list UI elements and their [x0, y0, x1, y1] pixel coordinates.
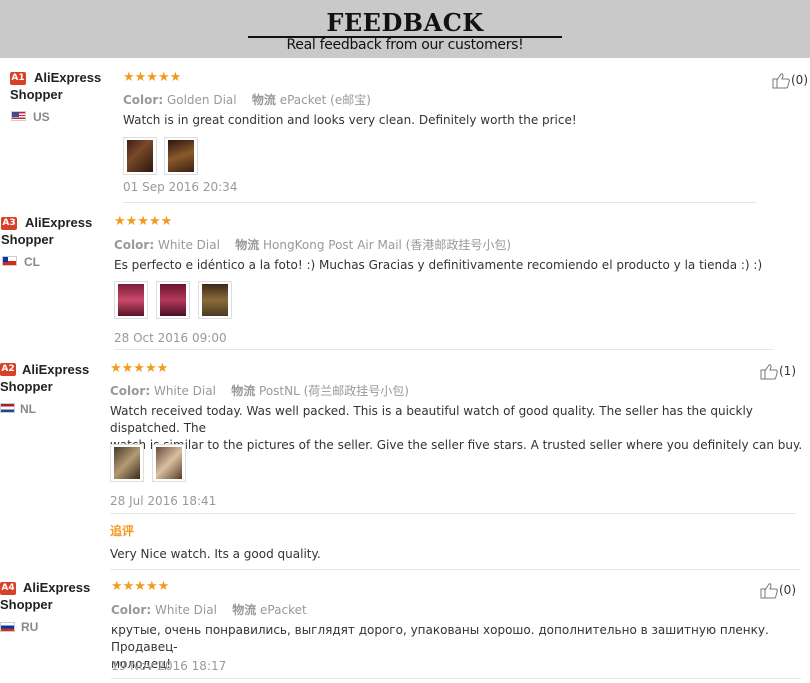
- color-value: White Dial: [154, 603, 217, 617]
- flag-cl-icon: [2, 256, 17, 266]
- watch-photo-thumbnail: [114, 447, 140, 479]
- review-photo[interactable]: [152, 444, 186, 482]
- followup-divider: [110, 513, 796, 514]
- review-photo[interactable]: [198, 281, 232, 319]
- color-label: Color:: [114, 238, 155, 252]
- shipping-value: ePacket (e邮宝): [279, 93, 371, 107]
- shipping-label: 物流: [235, 238, 260, 252]
- review-photo[interactable]: [110, 444, 144, 482]
- watch-photo-thumbnail: [202, 284, 228, 316]
- thumbs-up-icon: [760, 583, 778, 599]
- user-level-badge: A3: [1, 217, 17, 230]
- color-label: Color:: [123, 93, 164, 107]
- review-text: Watch received today. Was well packed. T…: [110, 403, 808, 454]
- user-name-line2[interactable]: Shopper: [0, 597, 53, 613]
- rating-stars: ★★★★★: [110, 361, 169, 376]
- user-name[interactable]: AliExpress: [25, 215, 92, 231]
- order-info: Color: White Dial 物流 ePacket: [111, 601, 307, 618]
- like-button[interactable]: (0): [772, 72, 808, 89]
- country-code: RU: [21, 620, 39, 634]
- watch-photo-thumbnail: [156, 447, 182, 479]
- shipping-value: ePacket: [260, 603, 307, 617]
- review-date: 19 Nov 2016 18:17: [111, 659, 227, 673]
- review-date: 28 Jul 2016 18:41: [110, 494, 217, 508]
- country-code: CL: [24, 255, 40, 269]
- watch-photo-thumbnail: [160, 284, 186, 316]
- shipping-label: 物流: [251, 93, 276, 107]
- review-text-line: крутые, очень понравились, выглядят доро…: [111, 623, 769, 654]
- review-photo[interactable]: [164, 137, 198, 175]
- review-date: 01 Sep 2016 20:34: [123, 180, 238, 194]
- color-value: White Dial: [153, 384, 216, 398]
- review-text-line: Watch received today. Was well packed. T…: [110, 404, 753, 435]
- order-info: Color: White Dial 物流 HongKong Post Air M…: [114, 236, 511, 253]
- shipping-value: PostNL (荷兰邮政挂号小包): [259, 384, 409, 398]
- review-photo[interactable]: [114, 281, 148, 319]
- color-value: Golden Dial: [166, 93, 237, 107]
- like-count: (0): [779, 583, 796, 597]
- watch-photo-thumbnail: [127, 140, 153, 172]
- feedback-header: FEEDBACK Real feedback from our customer…: [0, 0, 810, 58]
- color-label: Color:: [110, 384, 151, 398]
- user-name[interactable]: AliExpress: [23, 580, 90, 596]
- rating-stars: ★★★★★: [114, 214, 173, 229]
- thumbs-up-icon: [772, 73, 790, 89]
- flag-nl-icon: [0, 403, 15, 413]
- country-code: NL: [20, 402, 36, 416]
- watch-photo-thumbnail: [118, 284, 144, 316]
- followup-text: Very Nice watch. Its a good quality.: [110, 547, 321, 561]
- review-text: Es perfecto e idéntico a la foto! :) Muc…: [114, 258, 763, 272]
- user-name-line2[interactable]: Shopper: [10, 87, 63, 103]
- review-divider: [110, 569, 800, 570]
- review-divider: [114, 349, 774, 350]
- user-name[interactable]: AliExpress: [34, 70, 101, 86]
- flag-ru-icon: [0, 622, 15, 632]
- color-value: White Dial: [157, 238, 220, 252]
- review-date: 28 Oct 2016 09:00: [114, 331, 227, 345]
- review-divider: [111, 678, 801, 679]
- like-count: (0): [791, 73, 808, 87]
- color-label: Color:: [111, 603, 152, 617]
- shipping-label: 物流: [232, 603, 257, 617]
- review-text-line: watch is similar to the pictures of the …: [110, 438, 803, 452]
- flag-us-icon: [11, 111, 26, 121]
- review-photo[interactable]: [156, 281, 190, 319]
- like-button[interactable]: (0): [760, 582, 796, 599]
- shipping-value: HongKong Post Air Mail (香港邮政挂号小包): [263, 238, 512, 252]
- rating-stars: ★★★★★: [111, 579, 170, 594]
- shipping-label: 物流: [231, 384, 256, 398]
- country-code: US: [33, 110, 50, 124]
- followup-label: 追评: [110, 524, 135, 538]
- thumbs-up-icon: [760, 364, 778, 380]
- review-divider: [123, 202, 756, 203]
- header-subtitle: Real feedback from our customers!: [286, 37, 524, 53]
- like-count: (1): [779, 364, 796, 378]
- order-info: Color: White Dial 物流 PostNL (荷兰邮政挂号小包): [110, 382, 409, 399]
- order-info: Color: Golden Dial 物流 ePacket (e邮宝): [123, 91, 371, 108]
- watch-photo-thumbnail: [168, 140, 194, 172]
- user-name-line2[interactable]: Shopper: [0, 379, 53, 395]
- user-name[interactable]: AliExpress: [22, 362, 89, 378]
- like-button[interactable]: (1): [760, 363, 796, 380]
- user-level-badge: A4: [0, 582, 16, 595]
- user-name-line2[interactable]: Shopper: [1, 232, 54, 248]
- review-text: Watch is in great condition and looks ve…: [123, 113, 577, 127]
- header-title: FEEDBACK: [326, 8, 484, 37]
- user-level-badge: A1: [10, 72, 26, 85]
- rating-stars: ★★★★★: [123, 70, 182, 85]
- user-level-badge: A2: [0, 363, 16, 376]
- review-photo[interactable]: [123, 137, 157, 175]
